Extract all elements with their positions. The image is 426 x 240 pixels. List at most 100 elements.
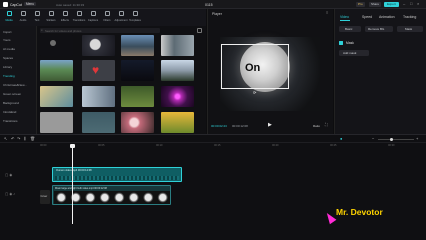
delete-icon[interactable]: 🗑 xyxy=(30,136,35,141)
media-thumb-rose-flowers[interactable] xyxy=(40,112,73,133)
sidebar-item-transitions[interactable]: Transitions xyxy=(3,119,18,123)
zoom-out-icon[interactable]: − xyxy=(372,136,374,141)
media-sidebar: Import Yours AI media Spaces Library Tre… xyxy=(0,26,37,134)
share-button[interactable]: Share xyxy=(369,1,382,7)
sidebar-item-ai-media[interactable]: AI media xyxy=(3,47,15,51)
tab-media[interactable]: Media xyxy=(2,11,16,24)
adjustment-icon xyxy=(118,11,124,16)
microphone-icon[interactable]: ● xyxy=(340,136,342,141)
media-thumb-dark-night-space[interactable] xyxy=(121,60,154,81)
cover-button[interactable]: Cover xyxy=(40,190,50,204)
media-thumb-neon-heart-tunnel[interactable] xyxy=(161,86,194,107)
add-mask-button[interactable]: Add mask xyxy=(339,50,369,56)
select-tool-icon[interactable]: ↖ xyxy=(4,136,7,141)
stickers-icon xyxy=(48,11,54,16)
search-placeholder: Search for videos and photos xyxy=(45,28,82,33)
title-bar: CapCut Menu Auto saved: 11:30:33 0115 Pr… xyxy=(0,0,426,9)
minimize-icon[interactable]: – xyxy=(403,1,405,6)
ruler-tick-5: 00:25 xyxy=(330,144,337,147)
player-panel: Player ≡ On ⟳ 00:00:02:23 00:00:12:08 ▶ … xyxy=(207,9,333,134)
ruler-tick-1: 00:05 xyxy=(98,144,105,147)
media-thumb-blossoms[interactable] xyxy=(121,112,154,133)
video-preview[interactable]: On ⟳ xyxy=(220,37,320,111)
effects-icon xyxy=(62,11,68,16)
sidebar-item-intro-end[interactable]: Intro&End xyxy=(3,110,16,114)
media-thumb-tall-building[interactable] xyxy=(82,86,115,107)
pro-button[interactable]: Pro xyxy=(356,1,365,7)
export-button[interactable]: Export xyxy=(384,1,399,7)
tab-captions[interactable]: Captions xyxy=(86,11,100,24)
media-thumb-mountain-snow[interactable] xyxy=(161,60,194,81)
timeline-clip-2[interactable]: Moon large and light bulb video.mp4 00:0… xyxy=(52,185,171,205)
media-thumb-forest-road[interactable] xyxy=(121,86,154,107)
tab-speed[interactable]: Speed xyxy=(362,15,372,19)
sidebar-item-trending[interactable]: Trending xyxy=(3,74,15,78)
duration: 00:00:12:08 xyxy=(232,124,248,128)
tab-audio[interactable]: Audio xyxy=(16,11,30,24)
project-name[interactable]: 0115 xyxy=(205,3,213,7)
tab-text[interactable]: Text xyxy=(30,11,44,24)
time-ruler[interactable]: 00:00 00:05 00:10 00:15 00:20 00:25 00:3… xyxy=(40,144,426,149)
sidebar-item-library[interactable]: Library xyxy=(3,65,12,69)
media-thumb-full-moon-sky[interactable] xyxy=(82,35,115,56)
media-library: ⌕ Search for videos and photos ♥ xyxy=(37,26,206,134)
track1-lock-icon[interactable]: ▢ ◉ xyxy=(5,173,12,177)
tab-filters[interactable]: Filters xyxy=(100,11,114,24)
search-icon: ⌕ xyxy=(41,28,43,32)
rotate-handle-icon[interactable]: ⟳ xyxy=(253,90,256,95)
sidebar-item-import[interactable]: Import xyxy=(3,30,12,34)
player-menu-icon[interactable]: ≡ xyxy=(326,10,328,15)
clip1-waveform xyxy=(55,176,179,180)
mask-toggle[interactable] xyxy=(339,41,343,45)
playhead[interactable] xyxy=(70,144,75,224)
split-icon[interactable]: ⫼ xyxy=(24,136,26,141)
tab-adjustment[interactable]: Adjustment xyxy=(114,11,128,24)
selection-box[interactable] xyxy=(221,44,289,89)
media-thumb-sunflower-field[interactable] xyxy=(161,112,194,133)
tab-stickers[interactable]: Stickers xyxy=(44,11,58,24)
player-title: Player xyxy=(212,12,222,16)
media-thumb-city-buildings[interactable] xyxy=(121,35,154,56)
mask-section-title: Mask xyxy=(346,41,354,45)
search-bar[interactable]: ⌕ Search for videos and photos xyxy=(40,28,160,33)
media-thumb-city-tower[interactable] xyxy=(161,35,194,56)
redo-icon[interactable]: ↷ xyxy=(17,136,20,141)
subtab-mask[interactable]: Mask xyxy=(397,26,423,32)
undo-icon[interactable]: ↶ xyxy=(11,136,14,141)
media-thumb-pink-flowers[interactable] xyxy=(82,112,115,133)
properties-panel: Video Speed Animation Tracking Basic Rem… xyxy=(334,9,426,134)
tab-transitions[interactable]: Transitions xyxy=(72,11,86,24)
media-thumb-heart-frame[interactable]: ♥ xyxy=(82,60,115,81)
media-thumb-full-moon-night[interactable] xyxy=(40,35,73,56)
zoom-slider[interactable] xyxy=(378,137,414,141)
tab-video[interactable]: Video xyxy=(340,15,349,19)
menu-button[interactable]: Menu xyxy=(24,2,36,6)
zoom-in-icon[interactable]: + xyxy=(416,136,418,141)
play-icon[interactable]: ▶ xyxy=(268,122,272,128)
ruler-tick-6: 00:30 xyxy=(388,144,395,147)
transitions-icon xyxy=(76,11,82,16)
media-thumb-beach-light[interactable] xyxy=(40,86,73,107)
sidebar-item-spaces[interactable]: Spaces xyxy=(3,56,13,60)
maximize-icon[interactable]: □ xyxy=(410,1,412,6)
sidebar-item-christmas[interactable]: Christmas&New... xyxy=(3,83,27,87)
filters-icon xyxy=(104,11,110,16)
track2-lock-icon[interactable]: ▢ ◉ ♪ xyxy=(5,192,15,196)
app-window: CapCut Menu Auto saved: 11:30:33 0115 Pr… xyxy=(0,0,426,240)
tab-effects[interactable]: Effects xyxy=(58,11,72,24)
sidebar-item-green-screen[interactable]: Green screen xyxy=(3,92,21,96)
timeline-toolbar: ↖ ↶ ↷ ⫼ 🗑 ● − + xyxy=(0,135,426,143)
tab-animation[interactable]: Animation xyxy=(379,15,395,19)
sidebar-item-yours[interactable]: Yours xyxy=(3,38,11,42)
filter-icon[interactable] xyxy=(197,28,202,33)
tab-tracking[interactable]: Tracking xyxy=(403,15,416,19)
close-icon[interactable]: × xyxy=(417,1,419,6)
sidebar-item-background[interactable]: Background xyxy=(3,101,19,105)
subtab-basic[interactable]: Basic xyxy=(339,26,361,32)
fullscreen-icon[interactable]: ⛶ xyxy=(325,122,328,127)
subtab-remove-bg[interactable]: Remove BG xyxy=(365,26,393,32)
tab-templates[interactable]: Templates xyxy=(128,11,142,24)
media-thumb-green-landscape[interactable] xyxy=(40,60,73,81)
watermark-text: Mr. Devotor xyxy=(336,207,383,217)
ratio-button[interactable]: Ratio xyxy=(313,124,320,128)
